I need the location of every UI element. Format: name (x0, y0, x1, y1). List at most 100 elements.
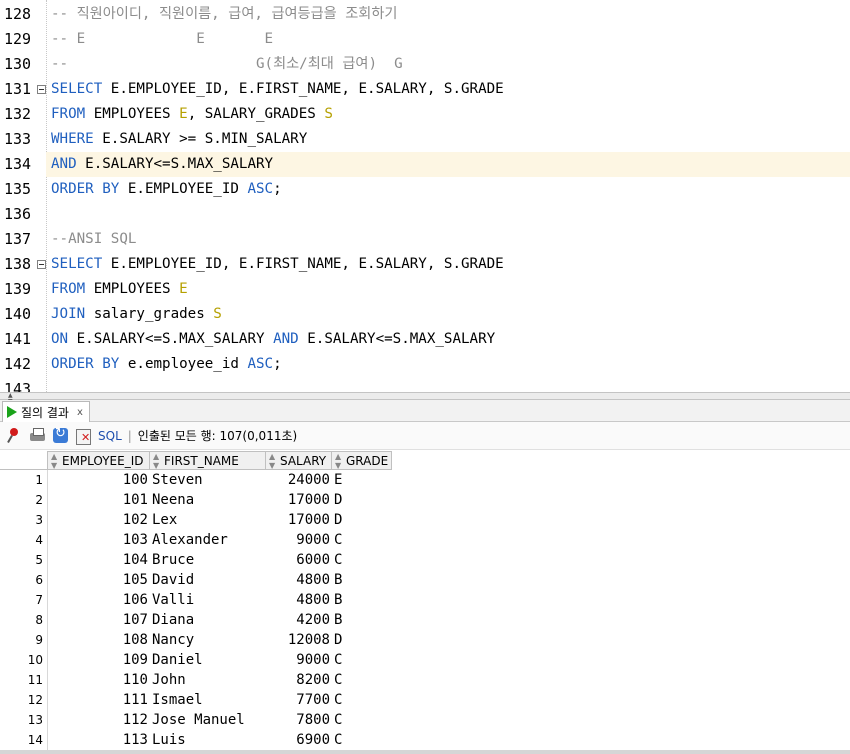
bottom-scroll-bar[interactable] (0, 750, 850, 754)
code-line[interactable] (46, 202, 850, 227)
table-row[interactable]: 5 104 Bruce 6000 C (0, 550, 392, 570)
cell-first-name[interactable]: John (150, 670, 266, 690)
column-header-salary[interactable]: ▲ ▼ SALARY (266, 451, 332, 470)
cell-first-name[interactable]: Valli (150, 590, 266, 610)
table-row[interactable]: 12 111 Ismael 7700 C (0, 690, 392, 710)
code-line[interactable]: FROM EMPLOYEES E (46, 277, 850, 302)
code-line[interactable]: SELECT E.EMPLOYEE_ID, E.FIRST_NAME, E.SA… (46, 252, 850, 277)
cell-salary[interactable]: 4800 (266, 590, 332, 610)
cell-first-name[interactable]: Bruce (150, 550, 266, 570)
cell-first-name[interactable]: Alexander (150, 530, 266, 550)
cell-first-name[interactable]: David (150, 570, 266, 590)
cell-first-name[interactable]: Diana (150, 610, 266, 630)
cell-employee-id[interactable]: 107 (48, 610, 150, 630)
table-row[interactable]: 9 108 Nancy 12008 D (0, 630, 392, 650)
cell-first-name[interactable]: Nancy (150, 630, 266, 650)
export-icon[interactable] (75, 427, 92, 445)
cell-employee-id[interactable]: 111 (48, 690, 150, 710)
column-header-grade[interactable]: ▲ ▼ GRADE (332, 451, 392, 470)
tab-query-result[interactable]: 질의 결과 x (2, 401, 90, 422)
cell-salary[interactable]: 9000 (266, 650, 332, 670)
table-row[interactable]: 11 110 John 8200 C (0, 670, 392, 690)
cell-grade[interactable]: D (332, 630, 392, 650)
code-line[interactable]: -- E E E (46, 27, 850, 52)
cell-salary[interactable]: 4800 (266, 570, 332, 590)
cell-grade[interactable]: C (332, 650, 392, 670)
cell-employee-id[interactable]: 109 (48, 650, 150, 670)
cell-salary[interactable]: 8200 (266, 670, 332, 690)
cell-employee-id[interactable]: 101 (48, 490, 150, 510)
cell-grade[interactable]: D (332, 510, 392, 530)
cell-salary[interactable]: 4200 (266, 610, 332, 630)
code-line[interactable]: ON E.SALARY<=S.MAX_SALARY AND E.SALARY<=… (46, 327, 850, 352)
code-line[interactable]: WHERE E.SALARY >= S.MIN_SALARY (46, 127, 850, 152)
cell-grade[interactable]: E (332, 470, 392, 490)
code-line[interactable]: --ANSI SQL (46, 227, 850, 252)
fold-toggle-icon[interactable] (37, 260, 46, 269)
sql-editor[interactable]: 128 129 130 131 132 133 134 135 136 137 138 139 140 1… (0, 0, 850, 392)
table-row[interactable]: 10 109 Daniel 9000 C (0, 650, 392, 670)
table-row[interactable]: 14 113 Luis 6900 C (0, 730, 392, 750)
cell-grade[interactable]: C (332, 690, 392, 710)
cell-grade[interactable]: B (332, 570, 392, 590)
cell-employee-id[interactable]: 113 (48, 730, 150, 750)
column-header-employee-id[interactable]: ▲ ▼ EMPLOYEE_ID (48, 451, 150, 470)
cell-salary[interactable]: 7700 (266, 690, 332, 710)
table-row[interactable]: 6 105 David 4800 B (0, 570, 392, 590)
cell-salary[interactable]: 6900 (266, 730, 332, 750)
print-icon[interactable] (29, 427, 46, 444)
cell-employee-id[interactable]: 104 (48, 550, 150, 570)
cell-employee-id[interactable]: 106 (48, 590, 150, 610)
cell-first-name[interactable]: Neena (150, 490, 266, 510)
code-area[interactable]: -- 직원아이디, 직원이름, 급여, 급여등급을 조회하기 -- E E E --… (46, 0, 850, 392)
table-row[interactable]: 3 102 Lex 17000 D (0, 510, 392, 530)
cell-salary[interactable]: 9000 (266, 530, 332, 550)
code-line[interactable]: -- G(최소/최대 급여) G (46, 52, 850, 77)
cell-salary[interactable]: 7800 (266, 710, 332, 730)
code-line[interactable]: -- 직원아이디, 직원이름, 급여, 급여등급을 조회하기 (46, 2, 850, 27)
cell-first-name[interactable]: Jose Manuel (150, 710, 266, 730)
cell-employee-id[interactable]: 103 (48, 530, 150, 550)
cell-grade[interactable]: C (332, 730, 392, 750)
sql-button[interactable]: SQL (98, 429, 122, 443)
code-line-current[interactable]: AND E.SALARY<=S.MAX_SALARY (46, 152, 850, 177)
cell-grade[interactable]: B (332, 610, 392, 630)
cell-salary[interactable]: 12008 (266, 630, 332, 650)
refresh-icon[interactable] (52, 426, 69, 444)
cell-grade[interactable]: B (332, 590, 392, 610)
cell-employee-id[interactable]: 112 (48, 710, 150, 730)
cell-employee-id[interactable]: 110 (48, 670, 150, 690)
code-line[interactable]: SELECT E.EMPLOYEE_ID, E.FIRST_NAME, E.SA… (46, 77, 850, 102)
pane-splitter[interactable]: ▲▼ (0, 392, 850, 405)
cell-salary[interactable]: 17000 (266, 510, 332, 530)
cell-salary[interactable]: 24000 (266, 470, 332, 490)
cell-first-name[interactable]: Luis (150, 730, 266, 750)
cell-employee-id[interactable]: 105 (48, 570, 150, 590)
cell-first-name[interactable]: Lex (150, 510, 266, 530)
table-row[interactable]: 13 112 Jose Manuel 7800 C (0, 710, 392, 730)
code-line[interactable]: ORDER BY e.employee_id ASC; (46, 352, 850, 377)
table-row[interactable]: 4 103 Alexander 9000 C (0, 530, 392, 550)
table-row[interactable]: 2 101 Neena 17000 D (0, 490, 392, 510)
cell-grade[interactable]: C (332, 550, 392, 570)
cell-employee-id[interactable]: 102 (48, 510, 150, 530)
cell-grade[interactable]: D (332, 490, 392, 510)
code-line[interactable]: ORDER BY E.EMPLOYEE_ID ASC; (46, 177, 850, 202)
cell-grade[interactable]: C (332, 530, 392, 550)
tab-close-button[interactable]: x (77, 407, 83, 418)
code-line[interactable] (46, 377, 850, 392)
pin-icon[interactable] (6, 427, 23, 444)
cell-first-name[interactable]: Daniel (150, 650, 266, 670)
cell-employee-id[interactable]: 108 (48, 630, 150, 650)
cell-first-name[interactable]: Ismael (150, 690, 266, 710)
cell-grade[interactable]: C (332, 710, 392, 730)
column-header-first-name[interactable]: ▲ ▼ FIRST_NAME (150, 451, 266, 470)
cell-grade[interactable]: C (332, 670, 392, 690)
cell-employee-id[interactable]: 100 (48, 470, 150, 490)
cell-first-name[interactable]: Steven (150, 470, 266, 490)
table-row[interactable]: 1 100 Steven 24000 E (0, 470, 392, 490)
table-row[interactable]: 7 106 Valli 4800 B (0, 590, 392, 610)
cell-salary[interactable]: 17000 (266, 490, 332, 510)
code-line[interactable]: JOIN salary_grades S (46, 302, 850, 327)
table-row[interactable]: 8 107 Diana 4200 B (0, 610, 392, 630)
